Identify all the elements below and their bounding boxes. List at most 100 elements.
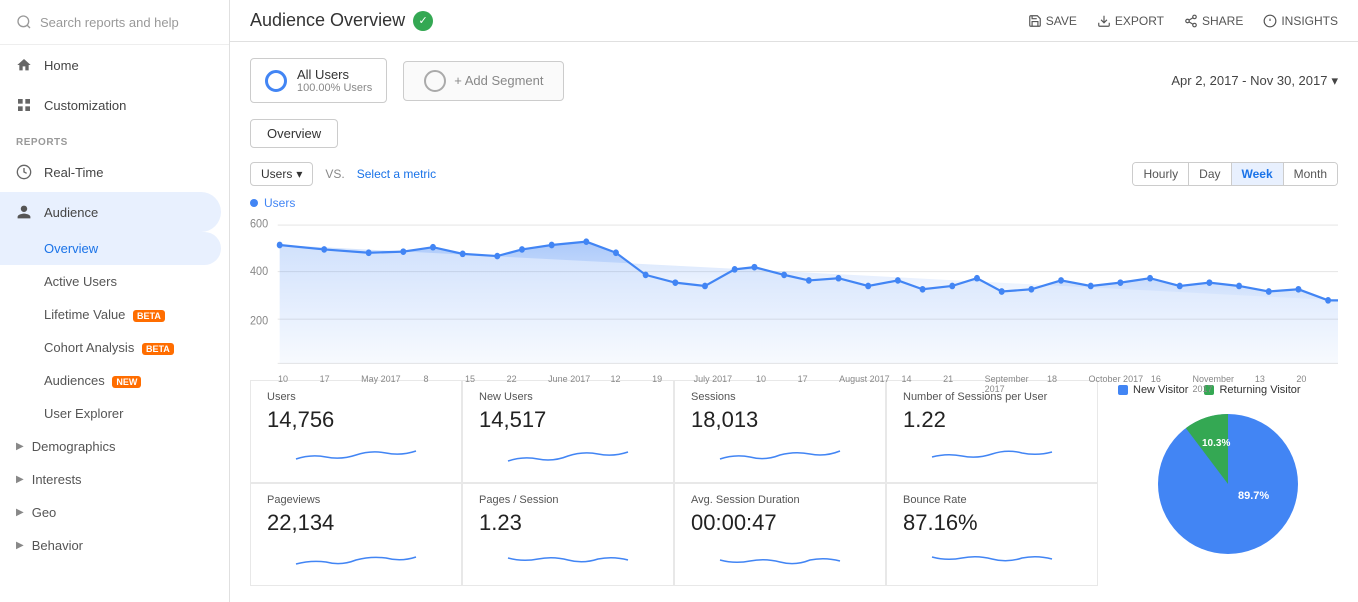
overview-sub-label: Overview: [44, 241, 98, 256]
select-metric-link[interactable]: Select a metric: [357, 167, 436, 181]
sidebar-item-realtime[interactable]: Real-Time: [0, 152, 229, 192]
time-btn-hourly[interactable]: Hourly: [1133, 163, 1189, 185]
sidebar-sub-cohort-analysis[interactable]: Cohort Analysis BETA: [0, 331, 229, 364]
segment-left: All Users 100.00% Users + Add Segment: [250, 58, 564, 103]
sidebar-sub-active-users[interactable]: Active Users: [0, 265, 229, 298]
stat-pageviews-label: Pageviews: [267, 494, 445, 506]
lifetime-value-badge: BETA: [133, 310, 165, 322]
stat-bounce-rate: Bounce Rate 87.16%: [886, 483, 1098, 586]
chart-x-labels: 10 17 May 2017 8 15 22 June 2017 12 19 J…: [250, 372, 1338, 396]
sidebar-collapse-demographics[interactable]: ▶ Demographics: [0, 430, 229, 463]
insights-button[interactable]: INSIGHTS: [1263, 14, 1338, 28]
active-users-label: Active Users: [44, 274, 117, 289]
sidebar-collapse-behavior[interactable]: ▶ Behavior: [0, 529, 229, 562]
date-range-selector[interactable]: Apr 2, 2017 - Nov 30, 2017 ▾: [1171, 73, 1338, 89]
sidebar-collapse-interests[interactable]: ▶ Interests: [0, 463, 229, 496]
top-bar-actions: SAVE EXPORT SHARE INSIGHTS: [1028, 14, 1338, 28]
realtime-label: Real-Time: [44, 165, 103, 180]
svg-text:600: 600: [250, 218, 268, 231]
stat-sessions-per-user-sparkline: [903, 439, 1081, 469]
search-bar[interactable]: Search reports and help: [0, 0, 229, 45]
grid-icon: [16, 97, 32, 113]
stat-pageviews-sparkline: [267, 542, 445, 572]
insights-icon: [1263, 14, 1277, 28]
metric-dropdown[interactable]: Users ▾: [250, 162, 313, 186]
stat-avg-session-duration-value: 00:00:47: [691, 510, 869, 536]
sidebar: Search reports and help Home Customizati…: [0, 0, 230, 602]
sidebar-item-home[interactable]: Home: [0, 45, 229, 85]
interests-label: Interests: [32, 472, 82, 487]
reports-section-label: REPORTS: [0, 125, 229, 152]
sidebar-item-customization[interactable]: Customization: [0, 85, 229, 125]
stat-sessions-per-user-value: 1.22: [903, 407, 1081, 433]
stat-users-value: 14,756: [267, 407, 445, 433]
cohort-analysis-label: Cohort Analysis: [44, 340, 134, 355]
verified-icon: ✓: [413, 11, 433, 31]
sidebar-sub-lifetime-value[interactable]: Lifetime Value BETA: [0, 298, 229, 331]
overview-tab-label: Overview: [267, 126, 321, 141]
chart-series-label: Users: [250, 196, 295, 210]
stats-and-pie: Users 14,756 New Users 14,517 Sessions 1…: [250, 380, 1338, 586]
stat-pages-per-session-label: Pages / Session: [479, 494, 657, 506]
lifetime-value-label: Lifetime Value: [44, 307, 125, 322]
cohort-analysis-badge: BETA: [142, 343, 174, 355]
all-users-segment[interactable]: All Users 100.00% Users: [250, 58, 387, 103]
home-label: Home: [44, 58, 79, 73]
geo-label: Geo: [32, 505, 57, 520]
behavior-label: Behavior: [32, 538, 83, 553]
stat-users-sparkline: [267, 439, 445, 469]
stat-pages-per-session-value: 1.23: [479, 510, 657, 536]
pie-chart-svg: 89.7% 10.3%: [1148, 404, 1308, 564]
sidebar-item-audience[interactable]: Audience: [0, 192, 221, 232]
share-button[interactable]: SHARE: [1184, 14, 1243, 28]
svg-text:89.7%: 89.7%: [1238, 490, 1269, 502]
metric-controls: Users ▾ VS. Select a metric Hourly Day W…: [250, 162, 1338, 186]
stat-sessions-sparkline: [691, 439, 869, 469]
stat-pages-per-session: Pages / Session 1.23: [462, 483, 674, 586]
save-button[interactable]: SAVE: [1028, 14, 1077, 28]
time-btn-day[interactable]: Day: [1189, 163, 1231, 185]
top-bar: Audience Overview ✓ SAVE EXPORT SHARE: [230, 0, 1358, 42]
save-label: SAVE: [1046, 14, 1077, 28]
search-placeholder: Search reports and help: [40, 15, 179, 30]
main-content: Audience Overview ✓ SAVE EXPORT SHARE: [230, 0, 1358, 602]
sidebar-sub-audiences[interactable]: Audiences NEW: [0, 364, 229, 397]
page-title-area: Audience Overview ✓: [250, 10, 433, 31]
chart-container: Users 600 400 200: [250, 196, 1338, 366]
stats-grid: Users 14,756 New Users 14,517 Sessions 1…: [250, 380, 1098, 586]
time-btn-month[interactable]: Month: [1284, 163, 1337, 185]
chevron-down-icon: ▾: [1331, 73, 1338, 89]
audiences-label: Audiences: [44, 373, 105, 388]
time-buttons: Hourly Day Week Month: [1132, 162, 1338, 186]
time-btn-week[interactable]: Week: [1232, 163, 1284, 185]
overview-tab[interactable]: Overview: [250, 119, 338, 148]
stat-pageviews: Pageviews 22,134: [250, 483, 462, 586]
sidebar-sub-overview[interactable]: Overview: [0, 232, 221, 265]
vs-label: VS.: [325, 167, 344, 181]
stat-new-users-sparkline: [479, 439, 657, 469]
chevron-right-icon-4: ▶: [16, 540, 24, 551]
clock-icon: [16, 164, 32, 180]
metric-dropdown-arrow: ▾: [296, 167, 302, 181]
share-label: SHARE: [1202, 14, 1243, 28]
stat-pages-per-session-sparkline: [479, 542, 657, 572]
chevron-right-icon-2: ▶: [16, 474, 24, 485]
segment-info: All Users 100.00% Users: [297, 67, 372, 94]
insights-label: INSIGHTS: [1281, 14, 1338, 28]
content-area: All Users 100.00% Users + Add Segment Ap…: [230, 42, 1358, 602]
user-explorer-label: User Explorer: [44, 406, 123, 421]
stat-avg-session-duration-sparkline: [691, 542, 869, 572]
stat-bounce-rate-label: Bounce Rate: [903, 494, 1081, 506]
sidebar-collapse-geo[interactable]: ▶ Geo: [0, 496, 229, 529]
chart-svg: 600 400 200: [250, 214, 1338, 369]
export-button[interactable]: EXPORT: [1097, 14, 1164, 28]
export-label: EXPORT: [1115, 14, 1164, 28]
chart-series-text: Users: [264, 196, 295, 210]
save-icon: [1028, 14, 1042, 28]
date-range-label: Apr 2, 2017 - Nov 30, 2017: [1171, 73, 1327, 88]
add-segment-button[interactable]: + Add Segment: [403, 61, 564, 101]
search-icon: [16, 14, 32, 30]
segment-bar: All Users 100.00% Users + Add Segment Ap…: [250, 58, 1338, 103]
stat-new-users-value: 14,517: [479, 407, 657, 433]
sidebar-sub-user-explorer[interactable]: User Explorer: [0, 397, 229, 430]
